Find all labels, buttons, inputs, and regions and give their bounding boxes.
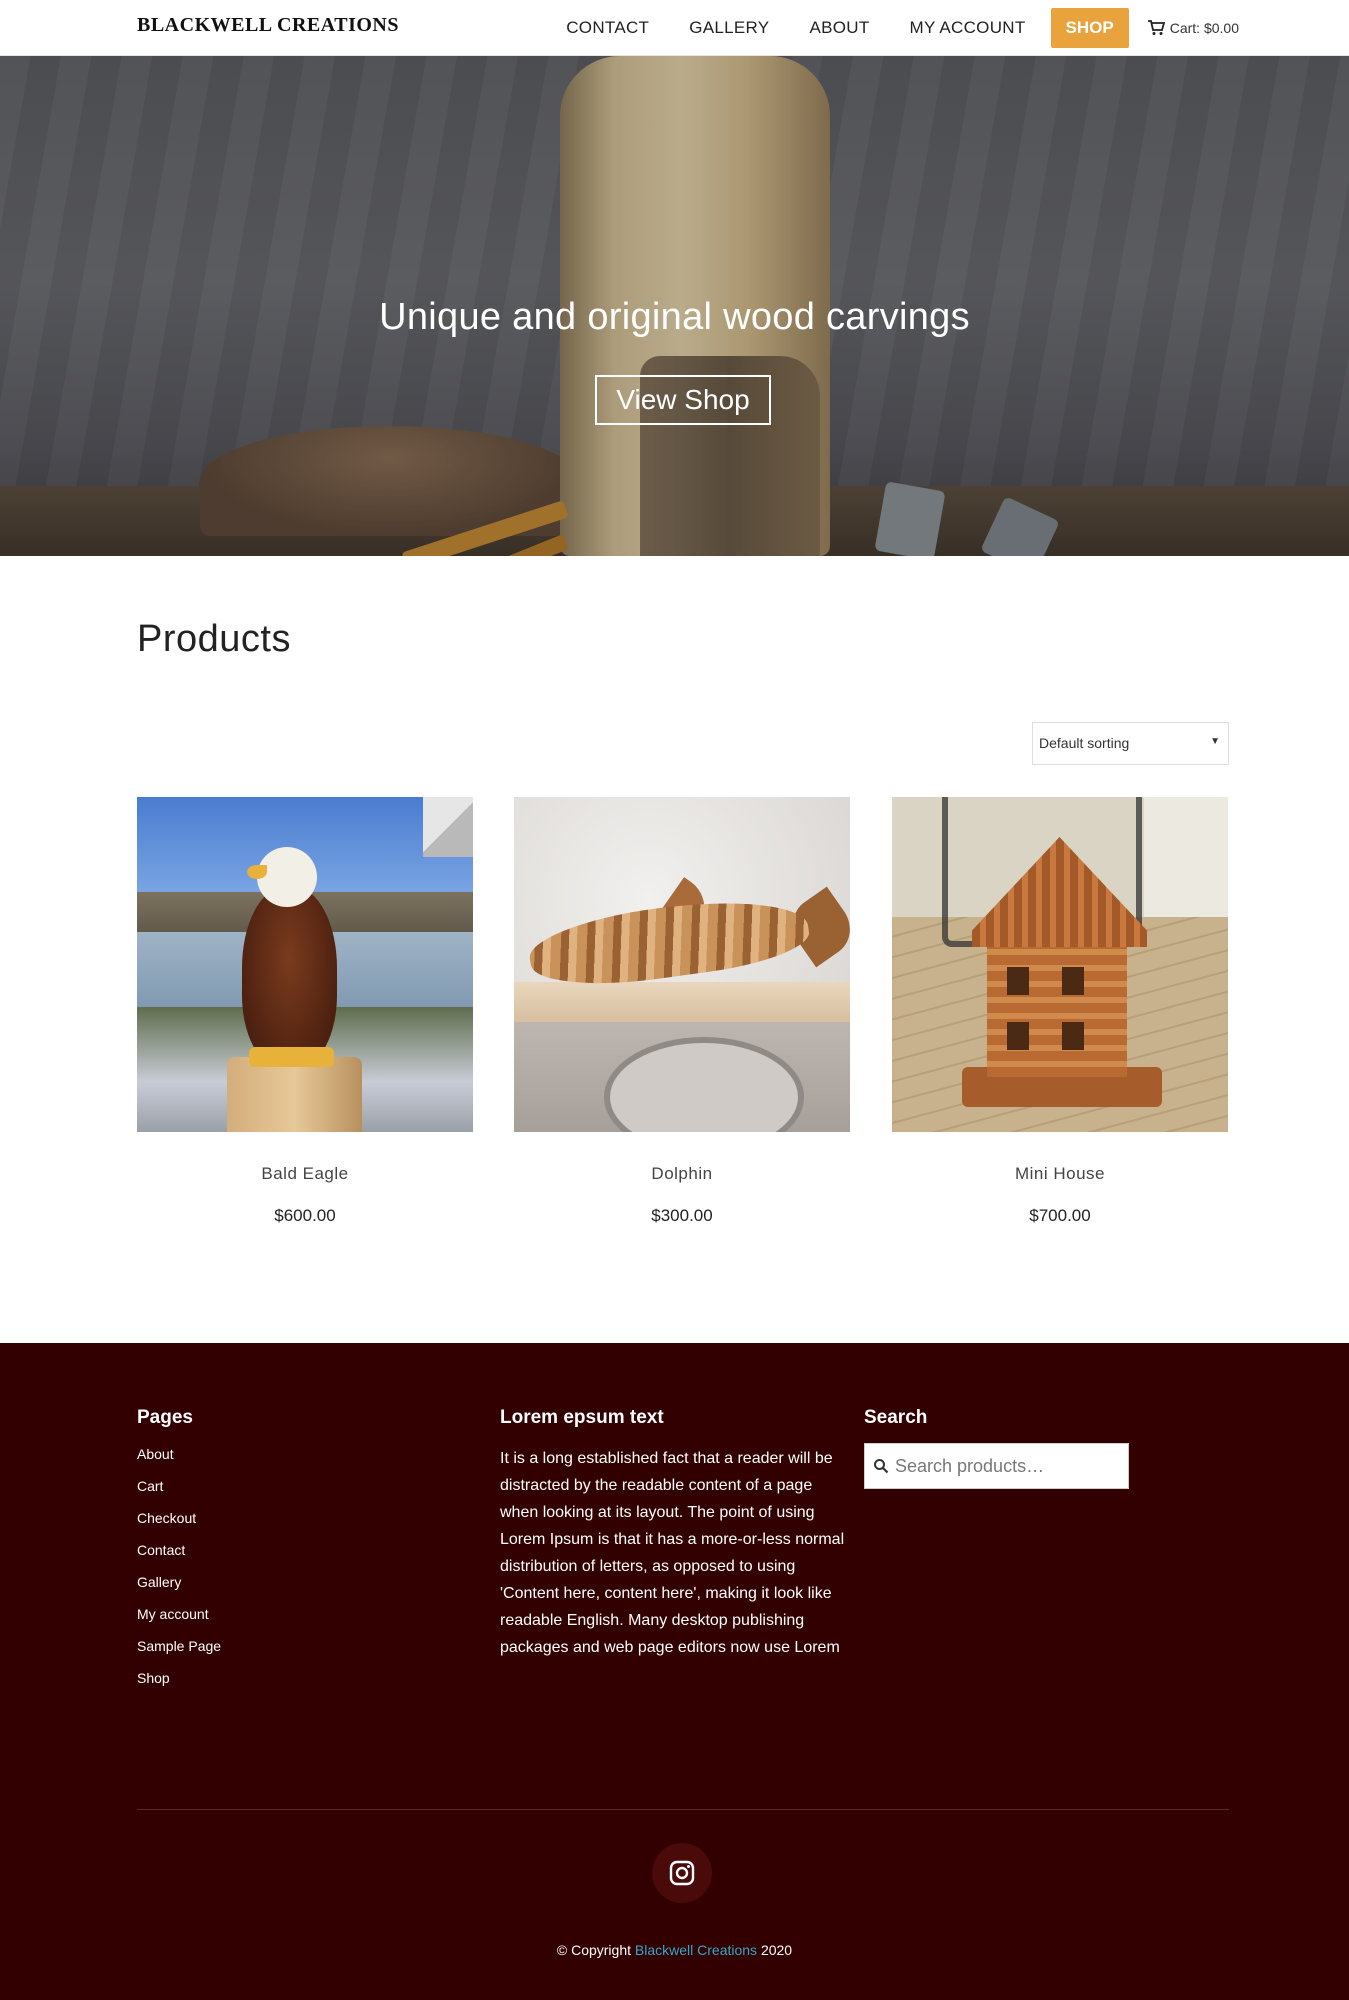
page-title: Products [137, 618, 291, 660]
product-card: Mini House $700.00 [892, 797, 1228, 1226]
product-image-dolphin[interactable] [514, 797, 850, 1132]
footer-pages-title: Pages [137, 1407, 193, 1428]
product-price: $300.00 [651, 1206, 713, 1225]
nav-contact[interactable]: CONTACT [566, 18, 649, 38]
footer-text-body: It is a long established fact that a rea… [500, 1450, 845, 1656]
product-name[interactable]: Bald Eagle [137, 1164, 473, 1184]
footer-link-gallery[interactable]: Gallery [137, 1573, 221, 1605]
nav-gallery[interactable]: GALLERY [689, 18, 769, 38]
copyright-year: 2020 [760, 1942, 793, 1958]
footer-text-title: Lorem epsum text [500, 1407, 664, 1428]
instagram-link[interactable] [652, 1843, 712, 1903]
copyright-link[interactable]: Blackwell Creations [635, 1942, 757, 1958]
product-name[interactable]: Mini House [892, 1164, 1228, 1184]
footer-pages-list: About Cart Checkout Contact Gallery My a… [137, 1445, 221, 1701]
search-placeholder: Search products… [895, 1455, 1045, 1476]
search-input[interactable]: Search products… [864, 1443, 1129, 1489]
product-name[interactable]: Dolphin [514, 1164, 850, 1184]
footer-divider [137, 1809, 1229, 1810]
sort-selected-value: Default sorting [1039, 735, 1130, 751]
footer-link-contact[interactable]: Contact [137, 1541, 221, 1573]
footer-link-checkout[interactable]: Checkout [137, 1509, 221, 1541]
sort-select[interactable]: Default sorting ▼ [1032, 722, 1229, 765]
footer-link-about[interactable]: About [137, 1445, 221, 1477]
footer-link-cart[interactable]: Cart [137, 1477, 221, 1509]
footer-search-title: Search [864, 1407, 928, 1428]
footer-link-shop[interactable]: Shop [137, 1669, 221, 1701]
caret-down-icon: ▼ [1210, 736, 1220, 747]
footer-link-my-account[interactable]: My account [137, 1605, 221, 1637]
site-logo[interactable]: BLACKWELL CREATIONS [137, 14, 399, 37]
footer-link-sample-page[interactable]: Sample Page [137, 1637, 221, 1669]
main-nav: CONTACT GALLERY ABOUT MY ACCOUNT SHOP Ca… [526, 8, 1239, 48]
product-card: Dolphin $300.00 [514, 797, 850, 1226]
cart-link[interactable]: Cart: $0.00 [1147, 20, 1239, 36]
nav-shop-button[interactable]: SHOP [1050, 8, 1129, 48]
cart-icon [1147, 20, 1165, 35]
product-price: $700.00 [1029, 1206, 1091, 1225]
site-header: BLACKWELL CREATIONS CONTACT GALLERY ABOU… [0, 0, 1349, 56]
cart-label: Cart: $0.00 [1169, 20, 1239, 36]
search-icon [874, 1459, 889, 1474]
hero-title: Unique and original wood carvings [379, 296, 970, 338]
nav-my-account[interactable]: MY ACCOUNT [910, 18, 1026, 38]
product-image-mini-house[interactable] [892, 797, 1228, 1132]
hero-banner: Unique and original wood carvings View S… [0, 56, 1349, 556]
copyright-prefix: © Copyright [556, 1942, 631, 1958]
nav-about[interactable]: ABOUT [809, 18, 869, 38]
product-card: Bald Eagle $600.00 [137, 797, 473, 1226]
product-price: $600.00 [274, 1206, 336, 1225]
view-shop-button[interactable]: View Shop [595, 375, 771, 425]
site-footer: Pages About Cart Checkout Contact Galler… [0, 1343, 1349, 2000]
product-image-bald-eagle[interactable] [137, 797, 473, 1132]
instagram-icon [669, 1860, 695, 1886]
copyright: © Copyright Blackwell Creations 2020 [0, 1942, 1349, 1958]
